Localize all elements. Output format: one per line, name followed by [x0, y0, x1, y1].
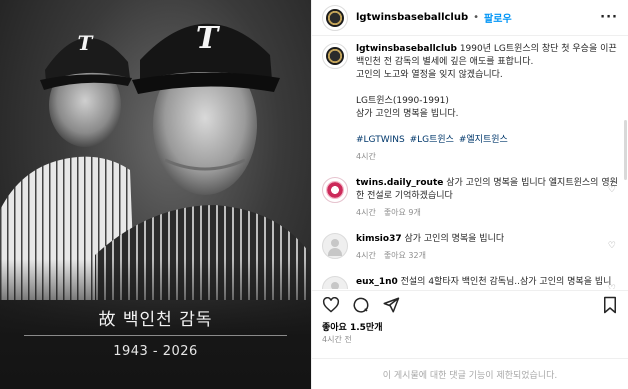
comment-heart-icon[interactable]: ♡ — [608, 241, 616, 251]
post-sidebar: lgtwinsbaseballclub • 팔로우 ··· lgtwinsbas… — [311, 0, 628, 389]
comment-item: kimsio37 삼가 고인의 명복을 빕니다 4시간 좋아요 32개 ♡ — [312, 219, 628, 262]
comment-time[interactable]: 4시간 — [356, 251, 376, 260]
lg-twins-logo-icon — [326, 47, 344, 65]
comment-time[interactable]: 4시간 — [356, 208, 376, 217]
hashtag-link[interactable]: #LGTWINS — [356, 135, 405, 145]
caption-text-4: 삼가 고인의 명복을 빕니다. — [356, 109, 459, 119]
comment-likes[interactable]: 좋아요 9개 — [384, 208, 421, 217]
comment-item: eux_1n0 전설의 4할타자 백인천 감독님..삼가 고인의 명복을 빕니다… — [312, 262, 628, 289]
comment-heart-icon[interactable]: ♡ — [608, 185, 616, 195]
caption-text-3: LG트윈스(1990-1991) — [356, 96, 449, 106]
comment-username[interactable]: eux_1n0 — [356, 277, 398, 287]
account-avatar[interactable] — [322, 4, 348, 31]
bookmark-icon[interactable] — [602, 296, 618, 314]
comment-text: 삼가 고인의 명복을 빕니다 — [404, 234, 505, 244]
likes-count[interactable]: 좋아요 1.5만개 — [322, 320, 382, 333]
svg-text:T: T — [196, 21, 221, 56]
caption-avatar[interactable] — [322, 43, 348, 69]
default-avatar-icon — [326, 237, 344, 256]
more-options-icon[interactable]: ··· — [600, 10, 618, 25]
comment-icon[interactable] — [352, 296, 370, 314]
heart-icon[interactable] — [322, 296, 340, 313]
caption-hashtags: #LGTWINS #LG트윈스 #엘지트윈스 — [356, 134, 618, 147]
avatar-image-icon — [326, 181, 344, 199]
commenter-avatar[interactable] — [322, 233, 348, 259]
share-icon[interactable] — [382, 296, 400, 314]
action-bar — [312, 290, 628, 318]
post-viewer: T T 故 백인천 감독 1943 - 2026 lgtwinsbaseball… — [0, 0, 628, 389]
follow-button[interactable]: 팔로우 — [484, 10, 512, 25]
default-avatar-icon — [326, 280, 344, 289]
commenter-avatar[interactable] — [322, 177, 348, 203]
hashtag-link[interactable]: #엘지트윈스 — [459, 135, 508, 145]
hashtag-link[interactable]: #LG트윈스 — [410, 135, 454, 145]
post-caption: lgtwinsbaseballclub 1990년 LG트윈스의 창단 첫 우승… — [312, 37, 628, 163]
svg-text:T: T — [78, 31, 95, 55]
memorial-divider — [24, 335, 287, 336]
comment-likes[interactable]: 좋아요 32개 — [384, 251, 426, 260]
memorial-years: 1943 - 2026 — [113, 344, 198, 359]
comment-username[interactable]: kimsio37 — [356, 234, 402, 244]
account-username[interactable]: lgtwinsbaseballclub — [356, 12, 468, 23]
caption-username[interactable]: lgtwinsbaseballclub — [356, 44, 457, 54]
comment-heart-icon[interactable]: ♡ — [608, 284, 616, 289]
caption-time[interactable]: 4시간 — [356, 152, 376, 161]
comments-limited-notice: 이 게시물에 대한 댓글 기능이 제한되었습니다. — [312, 358, 628, 389]
lg-twins-logo-icon — [326, 8, 344, 27]
comment-item: twins.daily_route 삼가 고인의 명복을 빕니다 엘지트윈스의 … — [312, 163, 628, 219]
separator-dot: • — [473, 12, 480, 23]
comment-username[interactable]: twins.daily_route — [356, 178, 443, 188]
posted-time[interactable]: 4시간 전 — [322, 334, 352, 345]
post-header: lgtwinsbaseballclub • 팔로우 ··· — [312, 0, 628, 36]
comments-scrollbar[interactable] — [624, 120, 627, 180]
commenter-avatar[interactable] — [322, 276, 348, 289]
memorial-title: 故 백인천 감독 — [98, 310, 213, 330]
comments-area[interactable]: lgtwinsbaseballclub 1990년 LG트윈스의 창단 첫 우승… — [312, 37, 628, 289]
caption-text-2: 고인의 노고와 열정을 잊지 않겠습니다. — [356, 70, 503, 80]
post-image[interactable]: T T 故 백인천 감독 1943 - 2026 — [0, 0, 311, 389]
